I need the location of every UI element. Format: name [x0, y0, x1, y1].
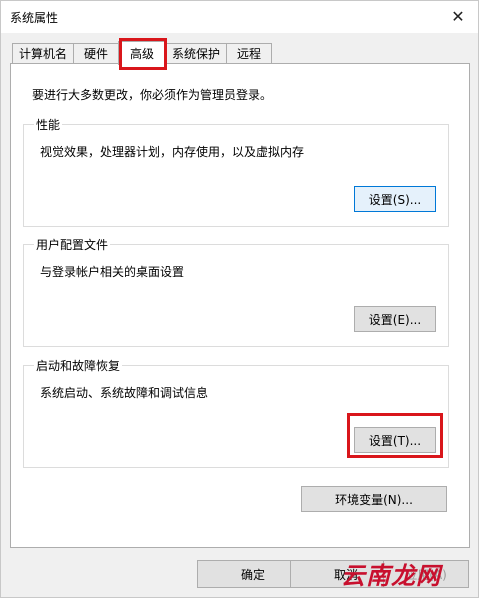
startup-recovery-group: 启动和故障恢复 系统启动、系统故障和调试信息 设置(T)...	[23, 357, 449, 468]
title-bar[interactable]: 系统属性 ✕	[1, 1, 478, 33]
startup-recovery-group-title: 启动和故障恢复	[34, 357, 123, 374]
user-profiles-description: 与登录帐户相关的桌面设置	[40, 265, 185, 279]
startup-recovery-description: 系统启动、系统故障和调试信息	[40, 386, 209, 400]
environment-variables-button[interactable]: 环境变量(N)...	[301, 486, 447, 512]
tab-remote[interactable]: 远程	[226, 43, 272, 63]
watermark-text: 云南龙网	[341, 560, 441, 590]
performance-description: 视觉效果，处理器计划，内存使用，以及虚拟内存	[40, 145, 305, 159]
user-profiles-group-title: 用户配置文件	[34, 236, 111, 253]
window-title: 系统属性	[10, 11, 59, 25]
watermark-logo: 云南龙网	[341, 556, 473, 590]
user-profiles-group: 用户配置文件 与登录帐户相关的桌面设置 设置(E)...	[23, 236, 449, 347]
tab-strip: 计算机名 硬件 高级 系统保护 远程	[10, 41, 470, 65]
performance-group-title: 性能	[34, 116, 63, 133]
startup-recovery-settings-button[interactable]: 设置(T)...	[354, 427, 436, 453]
tab-system-protection[interactable]: 系统保护	[165, 43, 227, 63]
tab-advanced[interactable]: 高级	[118, 41, 166, 65]
system-properties-window: 系统属性 ✕ 计算机名 硬件 高级 系统保护 远程 要进行大多数更改，你必须作为…	[0, 0, 479, 598]
performance-group: 性能 视觉效果，处理器计划，内存使用，以及虚拟内存 设置(S)...	[23, 116, 449, 227]
advanced-tab-panel: 要进行大多数更改，你必须作为管理员登录。 性能 视觉效果，处理器计划，内存使用，…	[10, 63, 470, 548]
close-icon[interactable]: ✕	[446, 5, 470, 27]
tab-computer-name[interactable]: 计算机名	[12, 43, 74, 63]
user-profiles-settings-button[interactable]: 设置(E)...	[354, 306, 436, 332]
admin-notice-text: 要进行大多数更改，你必须作为管理员登录。	[32, 88, 273, 102]
tab-hardware[interactable]: 硬件	[73, 43, 119, 63]
performance-settings-button[interactable]: 设置(S)...	[354, 186, 436, 212]
